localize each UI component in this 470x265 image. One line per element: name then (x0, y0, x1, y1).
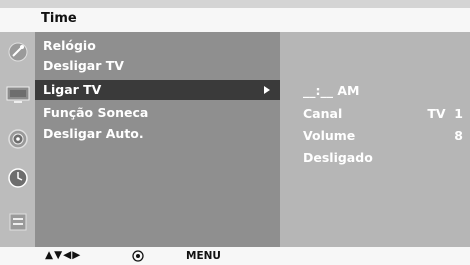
canal-row[interactable]: Canal TV 1 (303, 105, 463, 123)
bottom-hint-bar: ▲▼◀▶ MENU (0, 247, 470, 265)
menu-item-funcao-soneca[interactable]: Função Soneca (35, 103, 280, 123)
menu-item-ligar-tv[interactable]: Ligar TV (35, 80, 280, 100)
menu-item-label: Desligar Auto. (43, 126, 144, 141)
ligar-tv-submenu: __:__ AM Canal TV 1 Volume 8 Desligado (280, 32, 470, 247)
speaker-icon[interactable] (6, 127, 30, 151)
timer-menu-list: Relógio Desligar TV Ligar TV Função Sone… (35, 32, 280, 247)
on-time-field[interactable]: __:__ AM (303, 82, 463, 100)
menu-item-desligar-tv[interactable]: Desligar TV (35, 56, 280, 76)
volume-label: Volume (303, 128, 356, 143)
chevron-right-icon (264, 86, 270, 94)
menu-item-label: Ligar TV (43, 82, 102, 97)
status-value: Desligado (303, 150, 373, 165)
menu-title: Time (41, 11, 77, 26)
menu-hint-label: MENU (186, 250, 221, 262)
clock-icon[interactable] (6, 166, 30, 190)
volume-row[interactable]: Volume 8 (303, 127, 463, 145)
ok-icon (132, 250, 144, 265)
category-icon-column (0, 32, 35, 247)
status-row[interactable]: Desligado (303, 149, 463, 167)
tv-picture-icon[interactable] (6, 82, 30, 106)
menu-item-relogio[interactable]: Relógio (35, 36, 280, 56)
option-box-icon[interactable] (6, 210, 30, 234)
menu-item-label: Função Soneca (43, 105, 149, 120)
navigation-arrows-icon: ▲▼◀▶ (45, 249, 82, 261)
tv-osd-screen: Time Relógio Desligar TV Ligar TV Função… (0, 0, 470, 265)
menu-item-label: Desligar TV (43, 58, 124, 73)
menu-item-desligar-auto[interactable]: Desligar Auto. (35, 124, 280, 144)
satellite-dish-icon[interactable] (6, 40, 30, 64)
top-strip (0, 0, 470, 8)
on-time-value: __:__ AM (303, 83, 360, 98)
menu-item-label: Relógio (43, 38, 96, 53)
canal-label: Canal (303, 106, 343, 121)
volume-value: 8 (454, 128, 463, 143)
title-bar: Time (0, 8, 470, 32)
canal-value: TV 1 (427, 106, 463, 121)
